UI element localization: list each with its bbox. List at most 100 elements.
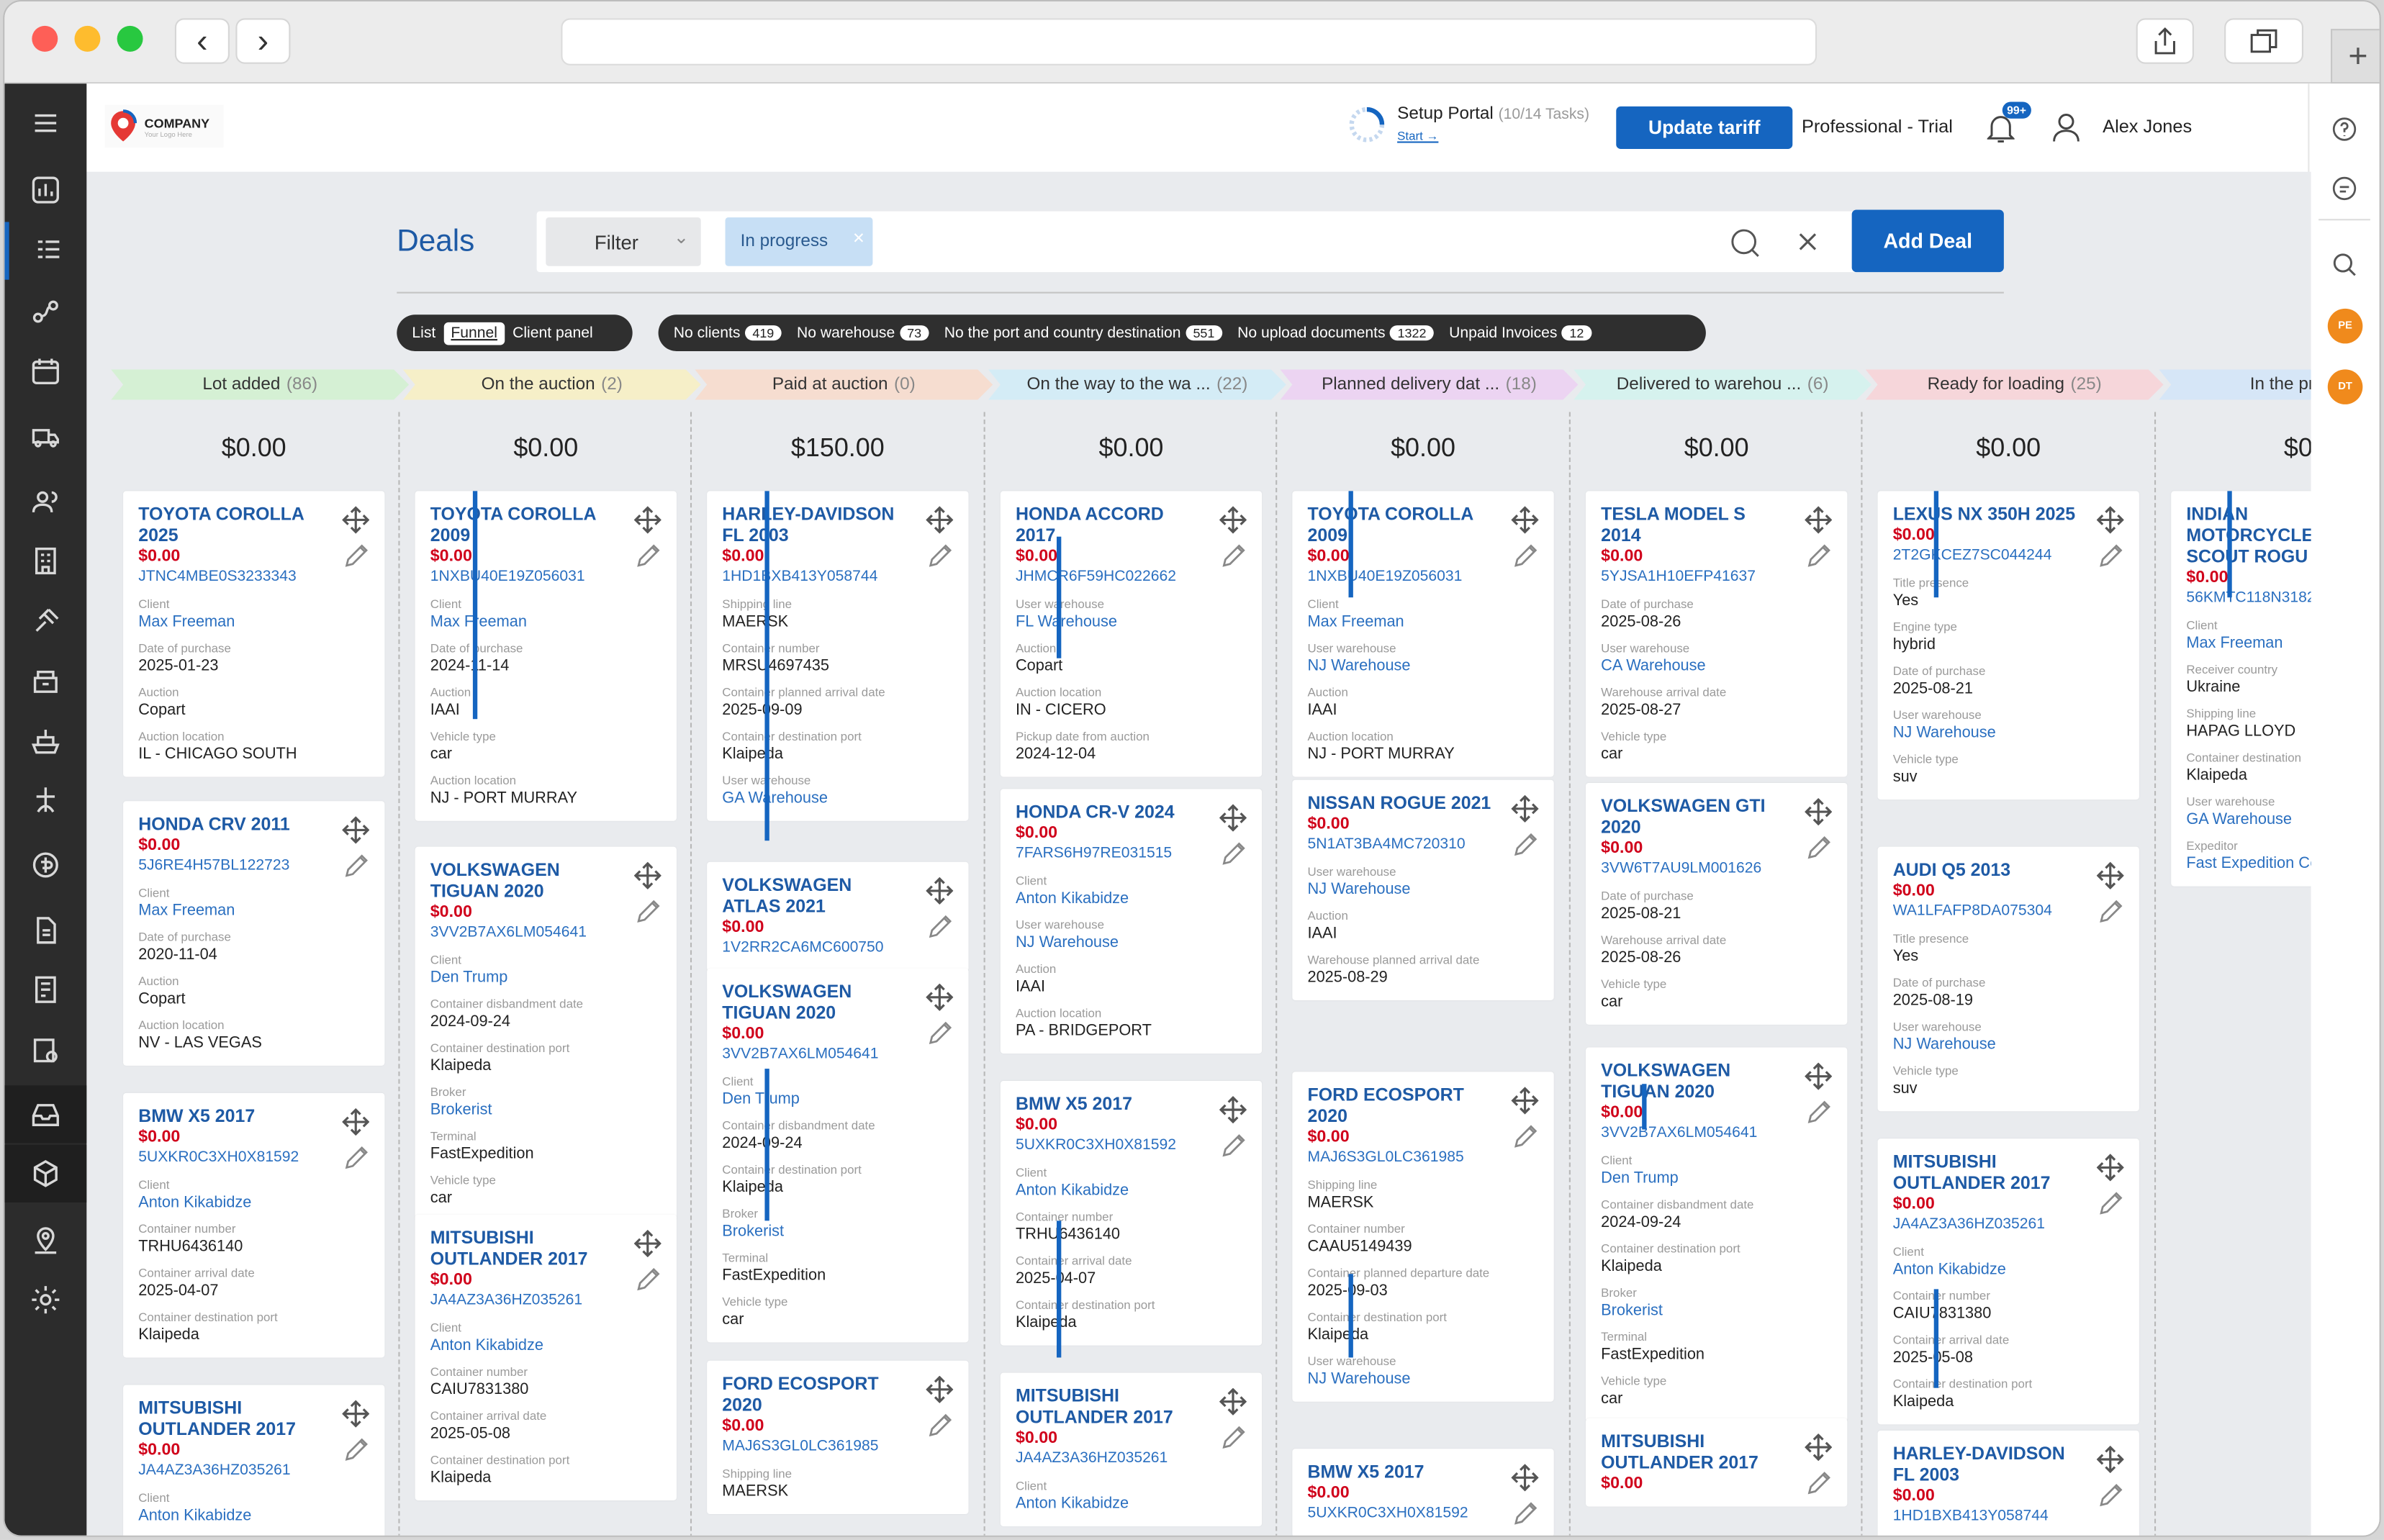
- edit-pencil-icon[interactable]: [634, 1267, 662, 1294]
- quick-filter[interactable]: No upload documents 1322: [1230, 325, 1442, 341]
- deal-title[interactable]: FORD ECOSPORT 2020: [1307, 1084, 1538, 1126]
- deal-vin[interactable]: 5N1AT3BA4MC720310: [1307, 835, 1538, 856]
- sidebar-item-port[interactable]: [4, 771, 86, 828]
- deal-card[interactable]: BMW X5 2017 $0.00 5UXKR0C3XH0X81592 Client A…: [123, 1092, 385, 1358]
- deal-title[interactable]: MITSUBISHI OUTLANDER 2017: [138, 1397, 369, 1439]
- deal-card[interactable]: HONDA ACCORD 2017 $0.00 JHMCR6F59HC022662 U…: [1000, 491, 1263, 777]
- view-list[interactable]: List: [405, 325, 443, 341]
- move-icon[interactable]: [1219, 804, 1247, 832]
- sidebar-item-settings[interactable]: [4, 1271, 86, 1328]
- field-value[interactable]: Anton Kikabidze: [1893, 1260, 2124, 1279]
- deal-title[interactable]: MITSUBISHI OUTLANDER 2017: [1893, 1151, 2124, 1193]
- move-icon[interactable]: [1511, 1087, 1539, 1115]
- move-icon[interactable]: [2096, 506, 2124, 534]
- move-icon[interactable]: [2096, 1154, 2124, 1182]
- new-tab-button[interactable]: +: [2331, 29, 2380, 84]
- deal-vin[interactable]: 5J6RE4H57BL122723: [138, 856, 369, 877]
- deal-title[interactable]: TOYOTA COROLLA 2009: [1307, 503, 1538, 545]
- field-value[interactable]: Max Freeman: [138, 902, 369, 921]
- field-value[interactable]: Anton Kikabidze: [1016, 889, 1247, 909]
- stage-header[interactable]: Delivered to warehou ... (6): [1573, 369, 1871, 399]
- deal-vin[interactable]: WA1LFAFP8DA075304: [1893, 902, 2124, 923]
- deal-title[interactable]: MITSUBISHI OUTLANDER 2017: [1601, 1431, 1832, 1473]
- deal-vin[interactable]: JTNC4MBE0S3233343: [138, 567, 369, 589]
- scroll-indicator[interactable]: [1348, 1274, 1353, 1358]
- edit-pencil-icon[interactable]: [1512, 1500, 1539, 1528]
- quick-filter[interactable]: Unpaid Invoices 12: [1442, 325, 1599, 341]
- scroll-indicator[interactable]: [764, 1069, 769, 1221]
- move-icon[interactable]: [342, 816, 370, 844]
- deal-title[interactable]: TESLA MODEL S 2014: [1601, 503, 1832, 545]
- move-icon[interactable]: [342, 1108, 370, 1136]
- move-icon[interactable]: [2096, 861, 2124, 889]
- deal-vin[interactable]: JA4AZ3A36HZ035261: [430, 1291, 662, 1313]
- deal-vin[interactable]: MAJ6S3GL0LC361985: [722, 1436, 953, 1458]
- quick-filter[interactable]: No warehouse 73: [789, 325, 936, 341]
- field-value[interactable]: Max Freeman: [138, 612, 369, 632]
- move-icon[interactable]: [1805, 506, 1833, 534]
- scroll-indicator[interactable]: [2227, 491, 2232, 598]
- view-funnel[interactable]: Funnel: [443, 321, 505, 345]
- edit-pencil-icon[interactable]: [634, 898, 662, 925]
- chat-icon[interactable]: [2332, 176, 2357, 201]
- field-value[interactable]: NJ Warehouse: [1893, 1036, 2124, 1055]
- move-icon[interactable]: [342, 1400, 370, 1428]
- field-value[interactable]: GA Warehouse: [2186, 810, 2311, 830]
- stage-header[interactable]: In the process: [2159, 369, 2311, 399]
- deal-title[interactable]: VOLKSWAGEN TIGUAN 2020: [722, 981, 953, 1023]
- deal-card[interactable]: HONDA CR-V 2024 $0.00 7FARS6H97RE031515 Cli…: [1000, 789, 1263, 1054]
- edit-pencil-icon[interactable]: [1805, 835, 1832, 862]
- sidebar-item-building[interactable]: [4, 532, 86, 589]
- back-button[interactable]: ‹: [174, 18, 230, 64]
- move-icon[interactable]: [342, 506, 370, 534]
- deal-vin[interactable]: 7FARS6H97RE031515: [1016, 843, 1247, 865]
- deal-vin[interactable]: JHMCR6F59HC022662: [1016, 567, 1247, 589]
- filter-chip[interactable]: In progress ✕: [725, 217, 873, 266]
- deal-vin[interactable]: 1NXBU40E19Z056031: [1307, 567, 1538, 589]
- search-icon[interactable]: [2332, 253, 2357, 277]
- close-icon[interactable]: ✕: [852, 231, 865, 248]
- field-value[interactable]: Anton Kikabidze: [138, 1506, 369, 1526]
- deal-title[interactable]: AUDI Q5 2013: [1893, 859, 2124, 881]
- deal-title[interactable]: BMW X5 2017: [1307, 1461, 1538, 1482]
- edit-pencil-icon[interactable]: [926, 914, 953, 941]
- deal-card[interactable]: TOYOTA COROLLA 2009 $0.00 1NXBU40E19Z05603…: [1292, 491, 1554, 777]
- edit-pencil-icon[interactable]: [1512, 832, 1539, 859]
- scroll-indicator[interactable]: [1056, 536, 1062, 658]
- deal-vin[interactable]: JA4AZ3A36HZ035261: [1893, 1215, 2124, 1236]
- sidebar-item-invoices[interactable]: [4, 961, 86, 1018]
- move-icon[interactable]: [926, 983, 954, 1011]
- scroll-indicator[interactable]: [1933, 1289, 1939, 1388]
- move-icon[interactable]: [633, 1230, 662, 1258]
- move-icon[interactable]: [1219, 1387, 1247, 1416]
- field-value[interactable]: Brokerist: [722, 1222, 953, 1241]
- sidebar-item-truck[interactable]: [4, 407, 86, 465]
- deal-card[interactable]: LEXUS NX 350H 2025 $0.00 2T2GKCEZ7SC044244…: [1877, 491, 2139, 800]
- sidebar-item-calendar[interactable]: [4, 342, 86, 399]
- edit-pencil-icon[interactable]: [1512, 1123, 1539, 1151]
- deal-title[interactable]: TOYOTA COROLLA 2025: [138, 503, 369, 545]
- sidebar-item-users[interactable]: [4, 473, 86, 530]
- deal-title[interactable]: HONDA ACCORD 2017: [1016, 503, 1247, 545]
- sidebar-item-ship[interactable]: [4, 712, 86, 769]
- deal-card[interactable]: VOLKSWAGEN GTI 2020 $0.00 3VW6T7AU9LM00162…: [1586, 782, 1848, 1025]
- stage-header[interactable]: Paid at auction (0): [695, 369, 993, 399]
- move-icon[interactable]: [1511, 506, 1539, 534]
- deal-vin[interactable]: 5UXKR0C3XH0X81592: [1016, 1136, 1247, 1157]
- sidebar-item-auction[interactable]: [4, 593, 86, 651]
- field-value[interactable]: Den Trump: [1601, 1169, 1832, 1189]
- move-icon[interactable]: [926, 877, 954, 905]
- deal-title[interactable]: MITSUBISHI OUTLANDER 2017: [1016, 1385, 1247, 1427]
- move-icon[interactable]: [633, 506, 662, 534]
- deal-title[interactable]: VOLKSWAGEN TIGUAN 2020: [1601, 1059, 1832, 1102]
- sidebar-item-dashboard[interactable]: [4, 161, 86, 219]
- sidebar-item-menu[interactable]: [4, 94, 86, 152]
- edit-pencil-icon[interactable]: [342, 853, 369, 880]
- forward-button[interactable]: ›: [235, 18, 291, 64]
- sidebar-item-deals[interactable]: [4, 222, 86, 280]
- deal-vin[interactable]: 3VV2B7AX6LM054641: [1601, 1123, 1832, 1145]
- sidebar-item-map-pin[interactable]: [4, 1212, 86, 1269]
- field-value[interactable]: Anton Kikabidze: [1016, 1181, 1247, 1200]
- field-value[interactable]: GA Warehouse: [722, 789, 953, 808]
- avatar[interactable]: PE: [2327, 308, 2363, 344]
